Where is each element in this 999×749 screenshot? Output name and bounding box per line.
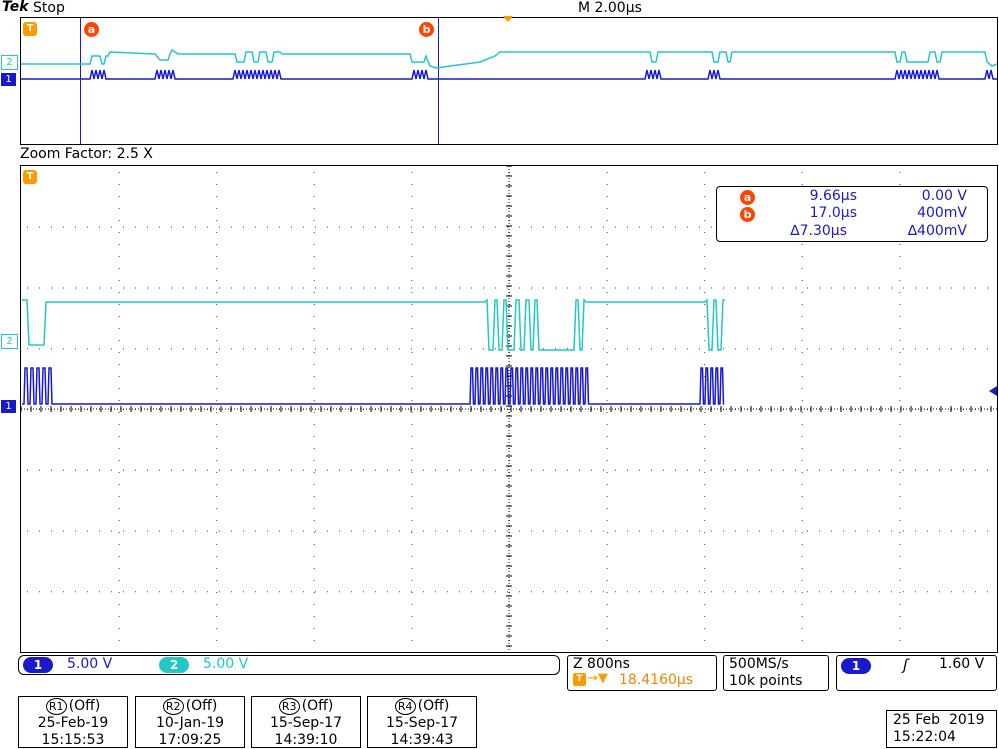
- sample-rate: 500MS/s: [729, 656, 789, 672]
- ch1-ground-marker[interactable]: 1: [1, 400, 16, 413]
- main-graticule[interactable]: [0, 0, 999, 660]
- acquisition-info-box[interactable]: 500MS/s 10k points: [723, 655, 829, 691]
- ref-slot-r2[interactable]: R2 (Off) 10-Jan-19 17:09:25: [135, 696, 245, 748]
- cursor-readout-box: a b 9.66µs 0.00 V 17.0µs 400mV ∆7.30µs ∆…: [716, 186, 988, 242]
- channel-scale-bar[interactable]: 1 5.00 V 2 5.00 V: [18, 655, 560, 675]
- ref-r3-icon: R3: [278, 698, 300, 715]
- ch2-zoom-trace: [22, 298, 725, 351]
- trigger-level: 1.60 V: [939, 656, 985, 672]
- ch1-zoom-trace: [22, 367, 725, 405]
- zoom-scale: Z 800ns: [573, 656, 630, 672]
- zoom-info-box[interactable]: Z 800ns T →▼ 18.4160µs: [567, 655, 717, 691]
- cursor-delta-voltage: ∆400mV: [907, 223, 967, 239]
- trigger-offset-arrow-icon: →▼: [587, 671, 608, 686]
- current-time: 15:22:04: [893, 729, 956, 745]
- ch2-scale[interactable]: 5.00 V: [203, 656, 248, 672]
- ref-r4-icon: R4: [394, 698, 416, 715]
- right-offset-arrow: [989, 386, 997, 396]
- readout-cursor-a-icon: a: [740, 190, 755, 205]
- ch2-ground-marker[interactable]: 2: [1, 334, 18, 349]
- cursor-a-voltage: 0.00 V: [921, 188, 967, 204]
- cursor-b-voltage: 400mV: [917, 205, 967, 221]
- date-time-box: 25 Feb 2019 15:22:04: [886, 710, 997, 748]
- main-trigger-marker: T: [23, 170, 37, 184]
- ref-slot-r1[interactable]: R1 (Off) 25-Feb-19 15:15:53: [18, 696, 128, 748]
- cursor-b-time: 17.0µs: [809, 205, 857, 221]
- trigger-info-box[interactable]: 1 ʃ 1.60 V: [836, 655, 997, 691]
- ref-r2-icon: R2: [162, 698, 184, 715]
- trigger-source-badge[interactable]: 1: [841, 658, 871, 674]
- ch2-badge[interactable]: 2: [159, 657, 189, 673]
- cursor-a-time: 9.66µs: [809, 188, 857, 204]
- record-length: 10k points: [729, 673, 803, 689]
- ref-slot-r4[interactable]: R4 (Off) 15-Sep-17 14:39:43: [367, 696, 477, 748]
- rising-edge-icon: ʃ: [903, 656, 909, 674]
- current-date: 25 Feb 2019: [893, 712, 985, 728]
- cursor-delta-time: ∆7.30µs: [790, 223, 847, 239]
- zoom-position: 18.4160µs: [619, 672, 694, 688]
- readout-cursor-b-icon: b: [740, 207, 755, 222]
- ch1-scale[interactable]: 5.00 V: [67, 656, 112, 672]
- ch1-badge[interactable]: 1: [23, 657, 53, 673]
- ref-r1-icon: R1: [45, 698, 67, 715]
- zoom-trigger-icon: T: [573, 673, 586, 686]
- ref-slot-r3[interactable]: R3 (Off) 15-Sep-17 14:39:10: [251, 696, 361, 748]
